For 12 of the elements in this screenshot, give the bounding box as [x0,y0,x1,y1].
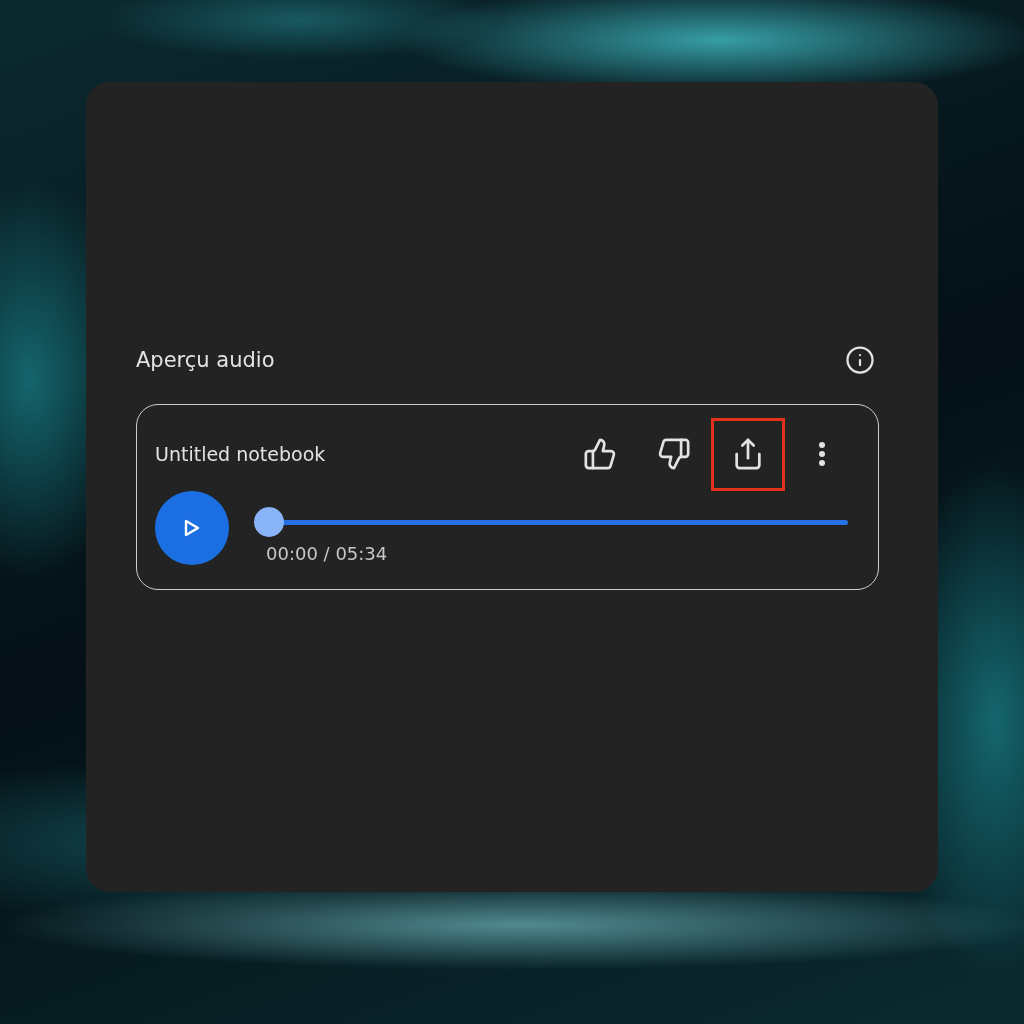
more-icon [817,441,827,467]
info-button[interactable] [845,345,875,375]
slider-thumb[interactable] [254,507,284,537]
info-icon [845,345,875,375]
progress-slider[interactable] [254,507,848,537]
playback-time: 00:00 / 05:34 [265,542,389,566]
thumbs-up-icon [583,437,617,471]
thumbs-down-icon [657,437,691,471]
play-icon [184,519,200,537]
notebook-title: Untitled notebook [155,442,327,467]
share-button[interactable] [711,417,785,491]
section-title: Aperçu audio [136,347,275,374]
